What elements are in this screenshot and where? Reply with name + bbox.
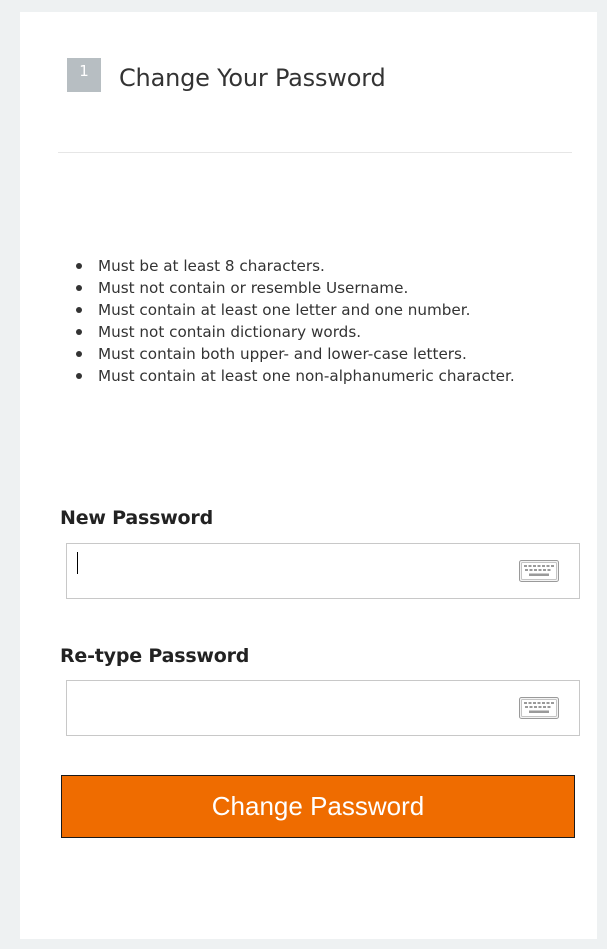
new-password-field-container [66,543,580,599]
bullet-icon [76,329,82,335]
keyboard-icon[interactable] [519,560,559,582]
password-rule-text: Must contain both upper- and lower-case … [98,345,467,363]
new-password-input[interactable] [67,544,579,598]
bullet-icon [76,373,82,379]
retype-password-label: Re-type Password [60,645,250,667]
bullet-icon [76,307,82,313]
header-divider [58,152,572,153]
text-caret [77,552,78,574]
change-password-button[interactable]: Change Password [61,775,575,838]
password-rules-list: Must be at least 8 characters. Must not … [72,255,572,387]
bullet-icon [76,285,82,291]
password-rule: Must contain at least one non-alphanumer… [72,365,572,387]
bullet-icon [76,263,82,269]
step-number-badge: 1 [67,58,101,92]
password-rule-text: Must be at least 8 characters. [98,257,325,275]
retype-password-input[interactable] [67,681,579,735]
step-header: 1 Change Your Password [67,58,386,92]
password-rule: Must contain at least one letter and one… [72,299,572,321]
password-rule-text: Must not contain or resemble Username. [98,279,409,297]
password-rule: Must contain both upper- and lower-case … [72,343,572,365]
password-rule: Must be at least 8 characters. [72,255,572,277]
retype-password-field-container [66,680,580,736]
password-rule: Must not contain or resemble Username. [72,277,572,299]
page-title: Change Your Password [119,64,386,92]
password-rule: Must not contain dictionary words. [72,321,572,343]
new-password-label: New Password [60,507,213,529]
change-password-panel: 1 Change Your Password Must be at least … [20,12,597,939]
bullet-icon [76,351,82,357]
password-rule-text: Must contain at least one letter and one… [98,301,471,319]
password-rule-text: Must not contain dictionary words. [98,323,362,341]
keyboard-icon[interactable] [519,697,559,719]
password-rule-text: Must contain at least one non-alphanumer… [98,367,515,385]
